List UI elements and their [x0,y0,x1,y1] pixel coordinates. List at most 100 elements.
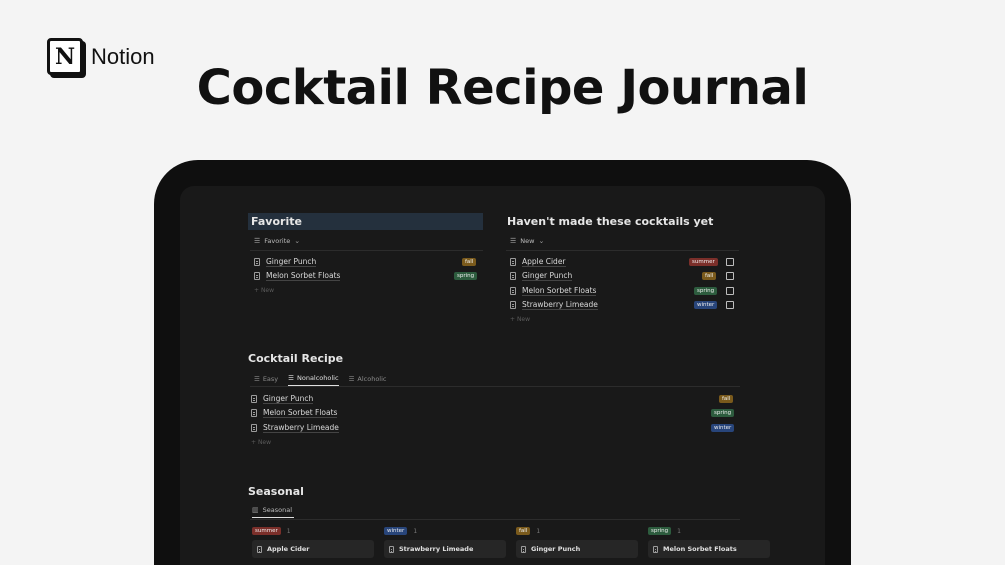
column-header: winter 1 [384,525,506,537]
made-checkbox[interactable] [726,301,734,309]
tab-label: Easy [262,374,279,383]
new-item-button[interactable]: + New [510,316,530,323]
column-header: spring 1 [648,525,770,537]
havent-made-title[interactable]: Haven't made these cocktails yet [507,215,713,228]
page-icon [510,258,516,266]
page-icon [510,287,516,295]
tag-summer: summer [252,527,281,535]
list-view-icon: ☰ [348,374,355,383]
new-item-button[interactable]: + New [254,287,274,294]
card-title: Strawberry Limeade [399,545,474,553]
new-item-button[interactable]: + New [251,439,271,446]
made-checkbox[interactable] [726,272,734,280]
tab-label: Alcoholic [357,374,387,383]
view-tab-label: Seasonal [262,506,293,514]
item-name: Strawberry Limeade [263,423,339,433]
tab-alcoholic[interactable]: ☰ Alcoholic [349,374,387,386]
page-icon [251,395,257,403]
tag-fall: fall [516,527,531,535]
page-icon [254,258,260,266]
list-item[interactable]: Melon Sorbet Floats [510,284,597,298]
item-name: Melon Sorbet Floats [522,286,597,296]
card-title: Melon Sorbet Floats [663,545,737,553]
page-icon [521,545,526,553]
column-header: summer 1 [252,525,374,537]
list-item[interactable]: Strawberry Limeade [251,421,339,435]
card-title: Ginger Punch [531,545,581,553]
board-column-winter: winter 1 Strawberry Limeade [384,525,506,558]
view-tab-label: New [520,237,535,245]
tag-spring: spring [454,272,478,280]
board-card[interactable]: Melon Sorbet Floats [648,540,770,558]
column-count: 1 [413,527,418,535]
seasonal-view-tab[interactable]: ▥ Seasonal [252,506,294,518]
board-column-spring: spring 1 Melon Sorbet Floats [648,525,770,558]
column-header: fall 1 [516,525,638,537]
list-item[interactable]: Strawberry Limeade [510,298,598,312]
page-icon [510,272,516,280]
list-view-icon: ☰ [510,237,517,245]
tab-nonalcoholic[interactable]: ☰ Nonalcoholic [288,374,339,386]
favorite-title[interactable]: Favorite [251,215,302,228]
column-count: 1 [677,527,681,535]
view-tab-label: Favorite [264,237,291,245]
seasonal-title[interactable]: Seasonal [248,485,304,498]
tag-winter: winter [711,424,735,432]
list-item[interactable]: Ginger Punch [251,392,314,406]
tag-winter: winter [694,301,718,309]
tab-label: Nonalcoholic [296,374,339,382]
board-card[interactable]: Strawberry Limeade [384,540,506,558]
made-checkbox[interactable] [726,258,734,266]
divider [250,250,483,251]
chevron-down-icon: ⌄ [538,237,545,245]
tab-easy[interactable]: ☰ Easy [254,374,278,386]
item-name: Ginger Punch [522,271,573,281]
divider [250,386,740,387]
list-item[interactable]: Ginger Punch [510,269,573,283]
favorite-view-tab[interactable]: ☰ Favorite ⌄ [254,237,300,245]
tag-fall: fall [719,395,734,403]
board-column-summer: summer 1 Apple Cider [252,525,374,558]
chevron-down-icon: ⌄ [294,237,301,245]
list-item[interactable]: Ginger Punch [254,255,317,269]
page-icon [251,409,257,417]
board-card[interactable]: Ginger Punch [516,540,638,558]
list-item[interactable]: Melon Sorbet Floats [251,406,338,420]
notion-page-screen: Favorite ☰ Favorite ⌄ Ginger Punch fall … [180,186,825,565]
card-title: Apple Cider [267,545,310,553]
page-icon [389,545,394,553]
board-column-fall: fall 1 Ginger Punch [516,525,638,558]
page-icon [251,424,257,432]
new-view-tab[interactable]: ☰ New ⌄ [510,237,544,245]
item-name: Apple Cider [522,257,566,267]
cocktail-recipe-title[interactable]: Cocktail Recipe [248,352,343,365]
column-count: 1 [536,527,541,535]
list-item[interactable]: Melon Sorbet Floats [254,269,341,283]
board-card[interactable]: Apple Cider [252,540,374,558]
item-name: Melon Sorbet Floats [266,271,341,281]
item-name: Ginger Punch [266,257,317,267]
laptop-frame: Favorite ☰ Favorite ⌄ Ginger Punch fall … [154,160,851,565]
divider [506,250,739,251]
page-icon [510,301,516,309]
tag-winter: winter [384,527,408,535]
column-count: 1 [286,527,291,535]
page-icon [257,545,262,553]
list-view-icon: ☰ [254,374,260,383]
tag-summer: summer [689,258,718,266]
divider [250,519,740,520]
list-item[interactable]: Apple Cider [510,255,566,269]
item-name: Strawberry Limeade [522,300,598,310]
tag-fall: fall [702,272,717,280]
list-view-icon: ☰ [254,237,261,245]
item-name: Melon Sorbet Floats [263,408,338,418]
tag-spring: spring [694,287,718,295]
board-view-icon: ▥ [252,506,259,514]
tag-spring: spring [648,527,672,535]
item-name: Ginger Punch [263,394,314,404]
hero-title: Cocktail Recipe Journal [196,60,809,116]
recipe-view-tabs: ☰ Easy ☰ Nonalcoholic ☰ Alcoholic [254,374,387,386]
made-checkbox[interactable] [726,287,734,295]
page-icon [254,272,260,280]
tag-fall: fall [462,258,477,266]
